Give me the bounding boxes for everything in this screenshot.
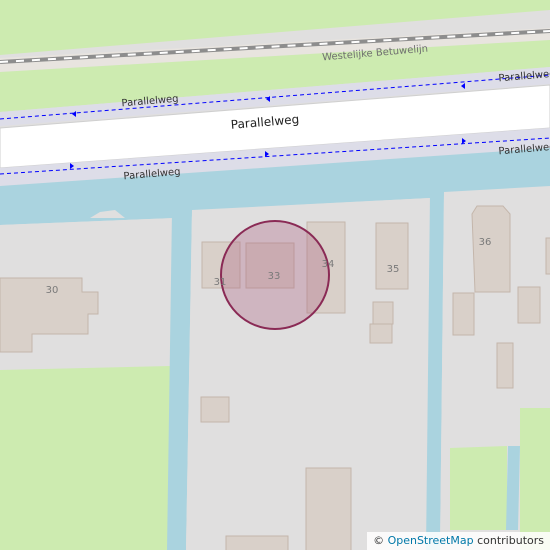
openstreetmap-link[interactable]: OpenStreetMap <box>388 534 474 547</box>
building <box>517 286 541 324</box>
building-36 <box>471 205 511 293</box>
ditch-right <box>506 446 520 530</box>
building-35 <box>375 222 409 290</box>
house-number-36: 36 <box>479 237 492 248</box>
grass-area-right-edge <box>520 408 550 550</box>
attribution-suffix: contributors <box>477 534 544 547</box>
map-view[interactable]: 30 31 33 34 35 36 Westelijke Betuwelijn … <box>0 0 550 550</box>
house-number-34: 34 <box>322 259 335 270</box>
house-number-33: 33 <box>268 271 281 282</box>
building <box>225 535 289 550</box>
building <box>200 396 230 423</box>
building <box>372 301 394 325</box>
house-number-30: 30 <box>46 285 59 296</box>
building <box>305 467 352 550</box>
map-canvas[interactable]: 30 31 33 34 35 36 Westelijke Betuwelijn … <box>0 0 550 550</box>
map-attribution: © OpenStreetMap contributors <box>367 532 550 550</box>
house-number-31: 31 <box>214 277 227 288</box>
building <box>496 342 514 389</box>
building <box>369 323 393 344</box>
grass-area-left <box>0 366 170 550</box>
house-number-35: 35 <box>387 264 400 275</box>
building <box>452 292 475 336</box>
grass-area-right <box>450 446 507 530</box>
copyright-symbol: © <box>373 534 385 547</box>
building <box>545 237 550 275</box>
